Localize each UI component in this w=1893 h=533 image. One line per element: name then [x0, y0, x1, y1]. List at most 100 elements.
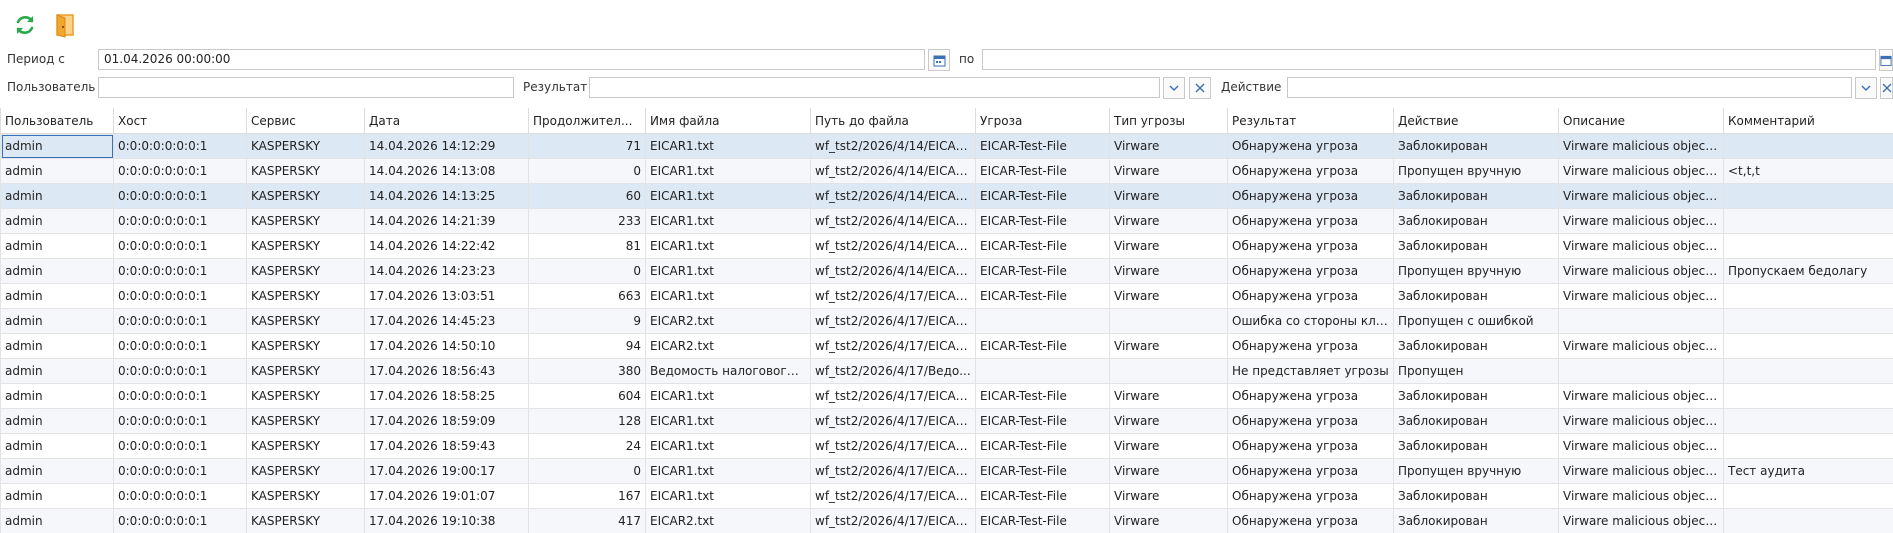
cell-host[interactable]: 0:0:0:0:0:0:0:1: [113, 333, 247, 359]
column-header-service[interactable]: Сервис: [246, 108, 365, 134]
cell-user[interactable]: admin: [0, 258, 114, 284]
cell-comment[interactable]: [1723, 433, 1893, 459]
cell-user[interactable]: admin: [0, 433, 114, 459]
period-from-field[interactable]: 01.04.2026 00:00:00: [98, 49, 925, 70]
cell-user[interactable]: admin: [0, 283, 114, 309]
cell-date[interactable]: 14.04.2026 14:22:42: [364, 233, 529, 259]
cell-host[interactable]: 0:0:0:0:0:0:0:1: [113, 308, 247, 334]
cell-result[interactable]: Не представляет угрозы: [1227, 358, 1394, 384]
cell-duration[interactable]: 9: [528, 308, 646, 334]
cell-service[interactable]: KASPERSKY: [246, 508, 365, 533]
cell-action[interactable]: Пропущен вручную: [1393, 458, 1559, 484]
cell-service[interactable]: KASPERSKY: [246, 258, 365, 284]
cell-threat-type[interactable]: Virware: [1109, 258, 1228, 284]
cell-host[interactable]: 0:0:0:0:0:0:0:1: [113, 258, 247, 284]
cell-host[interactable]: 0:0:0:0:0:0:0:1: [113, 158, 247, 184]
cell-user[interactable]: admin: [0, 208, 114, 234]
table-row[interactable]: admin 0:0:0:0:0:0:0:1 KASPERSKY 14.04.2026 …: [0, 233, 1893, 259]
cell-threat[interactable]: EICAR-Test-File: [975, 283, 1110, 309]
cell-date[interactable]: 17.04.2026 14:45:23: [364, 308, 529, 334]
cell-action[interactable]: Заблокирован: [1393, 383, 1559, 409]
cell-result[interactable]: Обнаружена угроза: [1227, 183, 1394, 209]
period-from-calendar-button[interactable]: [928, 49, 950, 71]
cell-file-name[interactable]: EICAR1.txt: [645, 383, 811, 409]
table-row[interactable]: admin 0:0:0:0:0:0:0:1 KASPERSKY 14.04.2026 …: [0, 208, 1893, 234]
cell-comment[interactable]: [1723, 358, 1893, 384]
cell-description[interactable]: Virware malicious object ...: [1558, 283, 1724, 309]
cell-user[interactable]: admin: [0, 508, 114, 533]
cell-user[interactable]: admin: [0, 183, 114, 209]
cell-file-name[interactable]: EICAR1.txt: [645, 283, 811, 309]
cell-file-name[interactable]: EICAR1.txt: [645, 133, 811, 159]
cell-description[interactable]: Virware malicious object ...: [1558, 433, 1724, 459]
cell-service[interactable]: KASPERSKY: [246, 333, 365, 359]
cell-action[interactable]: Заблокирован: [1393, 408, 1559, 434]
cell-user[interactable]: admin: [0, 133, 114, 159]
cell-action[interactable]: Заблокирован: [1393, 208, 1559, 234]
cell-user[interactable]: admin: [0, 408, 114, 434]
table-row[interactable]: admin 0:0:0:0:0:0:0:1 KASPERSKY 17.04.2026 …: [0, 408, 1893, 434]
cell-service[interactable]: KASPERSKY: [246, 408, 365, 434]
cell-user[interactable]: admin: [0, 483, 114, 509]
cell-file-path[interactable]: wf_tst2/2026/4/17/Ведо...: [810, 358, 976, 384]
cell-duration[interactable]: 94: [528, 333, 646, 359]
cell-user[interactable]: admin: [0, 333, 114, 359]
cell-file-name[interactable]: EICAR2.txt: [645, 333, 811, 359]
cell-description[interactable]: Virware malicious object ...: [1558, 183, 1724, 209]
cell-file-path[interactable]: wf_tst2/2026/4/17/EICAR...: [810, 508, 976, 533]
cell-host[interactable]: 0:0:0:0:0:0:0:1: [113, 483, 247, 509]
column-header-action[interactable]: Действие: [1393, 108, 1559, 134]
cell-file-name[interactable]: EICAR1.txt: [645, 483, 811, 509]
cell-user[interactable]: admin: [0, 308, 114, 334]
cell-file-path[interactable]: wf_tst2/2026/4/17/EICAR...: [810, 308, 976, 334]
cell-result[interactable]: Обнаружена угроза: [1227, 433, 1394, 459]
cell-description[interactable]: Virware malicious object ...: [1558, 458, 1724, 484]
cell-result[interactable]: Обнаружена угроза: [1227, 483, 1394, 509]
cell-threat-type[interactable]: Virware: [1109, 183, 1228, 209]
column-header-date[interactable]: Дата: [364, 108, 529, 134]
column-header-file-name[interactable]: Имя файла: [645, 108, 811, 134]
cell-date[interactable]: 17.04.2026 19:10:38: [364, 508, 529, 533]
cell-result[interactable]: Обнаружена угроза: [1227, 133, 1394, 159]
column-header-duration[interactable]: Продолжител...: [528, 108, 646, 134]
table-row[interactable]: admin 0:0:0:0:0:0:0:1 KASPERSKY 17.04.2026 …: [0, 383, 1893, 409]
cell-file-name[interactable]: EICAR1.txt: [645, 208, 811, 234]
cell-action[interactable]: Заблокирован: [1393, 483, 1559, 509]
cell-comment[interactable]: [1723, 208, 1893, 234]
cell-file-path[interactable]: wf_tst2/2026/4/14/EICAR...: [810, 208, 976, 234]
cell-user[interactable]: admin: [0, 233, 114, 259]
cell-service[interactable]: KASPERSKY: [246, 158, 365, 184]
result-field[interactable]: [589, 77, 1160, 98]
cell-comment[interactable]: <t,t,t: [1723, 158, 1893, 184]
cell-threat-type[interactable]: [1109, 308, 1228, 334]
cell-duration[interactable]: 0: [528, 258, 646, 284]
cell-duration[interactable]: 60: [528, 183, 646, 209]
table-row[interactable]: admin 0:0:0:0:0:0:0:1 KASPERSKY 14.04.2026 …: [0, 183, 1893, 209]
cell-threat[interactable]: EICAR-Test-File: [975, 458, 1110, 484]
cell-comment[interactable]: [1723, 483, 1893, 509]
action-clear-button[interactable]: [1880, 77, 1893, 99]
cell-action[interactable]: Заблокирован: [1393, 283, 1559, 309]
cell-description[interactable]: Virware malicious object ...: [1558, 333, 1724, 359]
cell-duration[interactable]: 417: [528, 508, 646, 533]
cell-host[interactable]: 0:0:0:0:0:0:0:1: [113, 408, 247, 434]
cell-file-name[interactable]: EICAR2.txt: [645, 308, 811, 334]
cell-comment[interactable]: [1723, 308, 1893, 334]
cell-date[interactable]: 14.04.2026 14:13:25: [364, 183, 529, 209]
cell-threat-type[interactable]: Virware: [1109, 208, 1228, 234]
cell-duration[interactable]: 81: [528, 233, 646, 259]
column-header-file-path[interactable]: Путь до файла: [810, 108, 976, 134]
table-row[interactable]: admin 0:0:0:0:0:0:0:1 KASPERSKY 17.04.2026 …: [0, 333, 1893, 359]
action-field[interactable]: [1287, 77, 1852, 98]
cell-threat-type[interactable]: Virware: [1109, 508, 1228, 533]
cell-description[interactable]: Virware malicious object ...: [1558, 508, 1724, 533]
cell-host[interactable]: 0:0:0:0:0:0:0:1: [113, 433, 247, 459]
cell-service[interactable]: KASPERSKY: [246, 433, 365, 459]
cell-result[interactable]: Обнаружена угроза: [1227, 208, 1394, 234]
cell-duration[interactable]: 233: [528, 208, 646, 234]
cell-duration[interactable]: 167: [528, 483, 646, 509]
cell-threat-type[interactable]: Virware: [1109, 283, 1228, 309]
cell-date[interactable]: 14.04.2026 14:21:39: [364, 208, 529, 234]
cell-threat[interactable]: EICAR-Test-File: [975, 433, 1110, 459]
cell-threat[interactable]: EICAR-Test-File: [975, 483, 1110, 509]
